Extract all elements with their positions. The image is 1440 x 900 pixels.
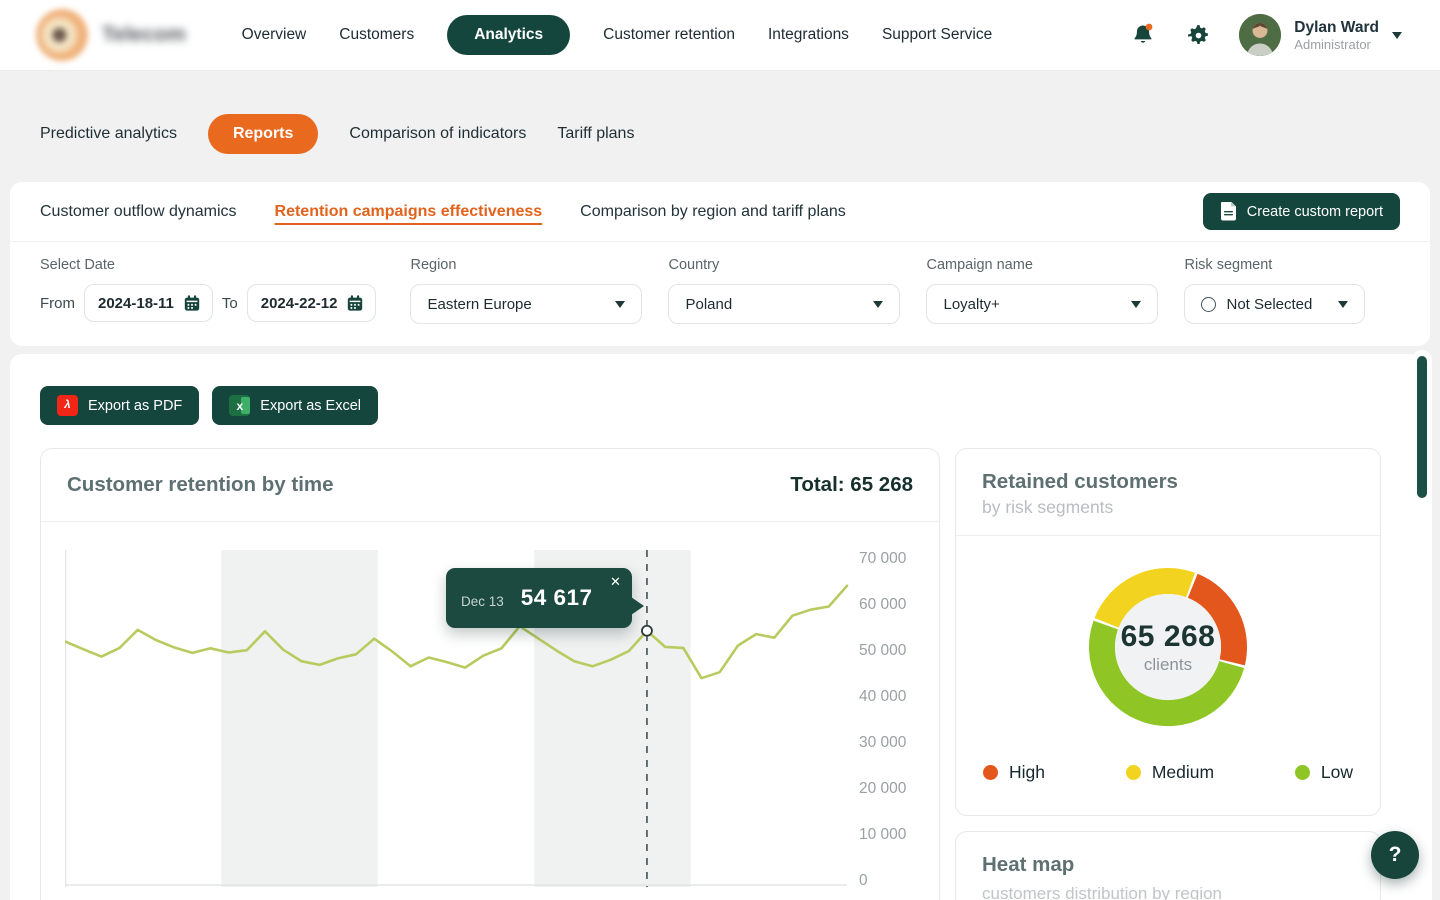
nav-integrations[interactable]: Integrations [768,26,849,44]
notifications-bell-icon[interactable] [1129,21,1157,49]
to-label: To [222,295,238,312]
donut-subtitle: by risk segments [982,497,1113,518]
export-row: λ Export as PDF x Export as Excel [40,386,1400,425]
chevron-down-icon [615,301,625,308]
report-content-card: λ Export as PDF x Export as Excel Custom… [10,354,1430,900]
tooltip-arrow [631,597,644,615]
subnav-predictive-analytics[interactable]: Predictive analytics [40,125,177,143]
settings-gear-icon[interactable] [1184,21,1212,49]
top-header: Telecom Overview Customers Analytics Cus… [0,0,1440,71]
brand-logo-icon [36,9,88,61]
create-custom-report-label: Create custom report [1247,204,1383,220]
nav-customer-retention[interactable]: Customer retention [603,26,735,44]
donut-title: Retained customers [982,470,1178,494]
legend-medium[interactable]: Medium [1126,762,1214,783]
medium-dot-icon [1126,765,1141,780]
heat-map-subtitle: customers distribution by region [982,884,1354,900]
heat-map-card: Heat map customers distribution by regio… [955,831,1381,900]
risk-donut-chart[interactable]: 65 268 clients [956,563,1380,731]
report-tabs: Customer outflow dynamics Retention camp… [10,182,1430,241]
filter-date-label: Select Date [40,257,376,273]
country-select[interactable]: Poland [668,284,900,324]
legend-high[interactable]: High [983,762,1045,783]
calendar-icon [346,294,364,312]
subnav-comparison-of-indicators[interactable]: Comparison of indicators [349,125,526,143]
filter-region-label: Region [410,257,642,273]
user-name: Dylan Ward [1294,18,1379,37]
avatar [1239,14,1281,56]
line-chart[interactable]: 70 00060 00050 00040 00030 00020 00010 0… [65,550,925,895]
risk-legend: High Medium Low [956,762,1380,783]
help-button[interactable]: ? [1371,831,1419,879]
filter-campaign: Campaign name Loyalty+ [926,257,1158,324]
user-menu[interactable]: Dylan Ward Administrator [1239,14,1402,56]
date-to-value: 2024-22-12 [261,295,338,312]
create-custom-report-button[interactable]: Create custom report [1203,193,1400,230]
filter-date: Select Date From 2024-18-11 To 2024-22-1… [40,257,376,324]
brand-name: Telecom [102,23,186,47]
export-pdf-label: Export as PDF [88,398,182,414]
date-from-value: 2024-18-11 [98,295,174,312]
scrollbar-track[interactable] [1412,350,1432,900]
tab-retention-campaigns-effectiveness[interactable]: Retention campaigns effectiveness [275,203,543,221]
tooltip-date: Dec 13 [461,594,504,609]
nav-customers[interactable]: Customers [339,26,414,44]
document-icon [1220,202,1237,221]
campaign-value: Loyalty+ [943,296,999,313]
region-select[interactable]: Eastern Europe [410,284,642,324]
chevron-down-icon [1338,301,1348,308]
filter-country-label: Country [668,257,900,273]
campaign-select[interactable]: Loyalty+ [926,284,1158,324]
chart-tooltip: Dec 13 54 617 ✕ [446,568,632,628]
high-dot-icon [983,765,998,780]
nav-support-service[interactable]: Support Service [882,26,992,44]
calendar-icon [183,294,201,312]
retention-by-time-card: Customer retention by time Total: 65 268… [40,448,940,900]
export-excel-button[interactable]: x Export as Excel [212,386,378,425]
heat-map-title: Heat map [982,853,1354,877]
filter-risk-label: Risk segment [1184,257,1365,273]
low-dot-icon [1295,765,1310,780]
filter-risk-segment: Risk segment Not Selected [1184,257,1365,324]
country-value: Poland [685,296,732,313]
tooltip-value: 54 617 [521,585,593,611]
chevron-down-icon [873,301,883,308]
main-nav: Overview Customers Analytics Customer re… [242,15,993,55]
chart-title: Customer retention by time [67,473,334,497]
region-value: Eastern Europe [427,296,531,313]
subnav-reports[interactable]: Reports [208,114,318,154]
tab-comparison-by-region[interactable]: Comparison by region and tariff plans [580,203,846,221]
analytics-subnav: Predictive analytics Reports Comparison … [0,71,1440,182]
risk-value: Not Selected [1226,296,1312,313]
excel-icon: x [229,395,250,416]
from-label: From [40,295,75,312]
chart-total: Total: 65 268 [790,473,913,497]
export-excel-label: Export as Excel [260,398,361,414]
chevron-down-icon [1131,301,1141,308]
brand: Telecom [36,9,186,61]
filters-row: Select Date From 2024-18-11 To 2024-22-1… [10,242,1430,346]
nav-overview[interactable]: Overview [242,26,307,44]
scrollbar-thumb[interactable] [1417,356,1427,498]
date-to-input[interactable]: 2024-22-12 [247,284,377,322]
tab-customer-outflow-dynamics[interactable]: Customer outflow dynamics [40,203,237,221]
chevron-down-icon [1392,32,1402,39]
legend-low[interactable]: Low [1295,762,1353,783]
filter-region: Region Eastern Europe [410,257,642,324]
pdf-icon: λ [57,395,78,416]
report-controls-card: Customer outflow dynamics Retention camp… [10,182,1430,346]
retained-customers-card: Retained customers by risk segments 65 2… [955,448,1381,816]
date-from-input[interactable]: 2024-18-11 [84,284,213,322]
radio-unselected-icon [1201,297,1216,312]
close-icon[interactable]: ✕ [610,575,621,588]
subnav-tariff-plans[interactable]: Tariff plans [557,125,634,143]
export-pdf-button[interactable]: λ Export as PDF [40,386,199,425]
filter-campaign-label: Campaign name [926,257,1158,273]
risk-segment-select[interactable]: Not Selected [1184,284,1365,324]
user-role: Administrator [1294,37,1379,52]
nav-analytics[interactable]: Analytics [447,15,570,55]
filter-country: Country Poland [668,257,900,324]
